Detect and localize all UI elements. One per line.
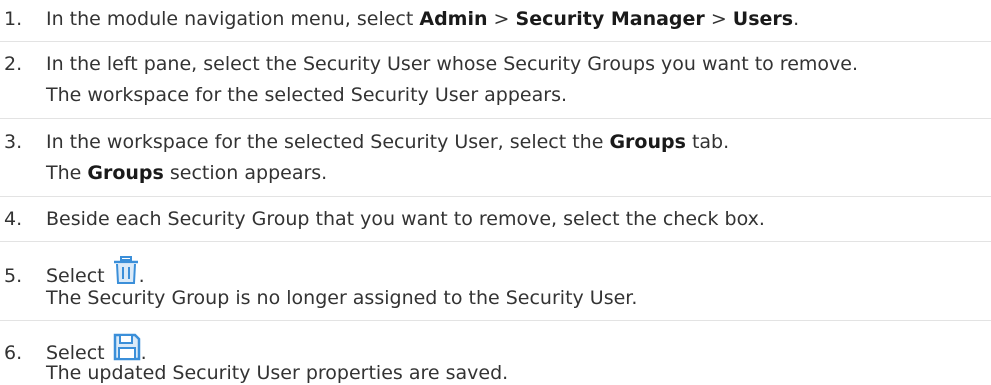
step-text: In the module navigation menu, select [46, 8, 420, 30]
step-6-result: The updated Security User properties are… [0, 361, 508, 385]
step-result-text: The updated Security User properties are… [46, 362, 509, 384]
step-text: . [793, 8, 800, 30]
step-divider [0, 118, 991, 119]
separator-text: > [487, 8, 516, 30]
step-result-text: The workspace for the selected Security … [46, 84, 568, 106]
step-2: 2. In the left pane, select the Security … [0, 52, 858, 76]
step-number: 2. [4, 53, 23, 75]
step-text: In the workspace for the selected Securi… [46, 131, 610, 153]
step-divider [0, 241, 991, 242]
step-text: Beside each Security Group that you want… [46, 208, 765, 230]
step-number: 1. [4, 8, 23, 30]
step-result-text: The Security Group is no longer assigned… [46, 287, 638, 309]
step-4: 4. Beside each Security Group that you wa… [0, 207, 765, 231]
groups-tab-label: Groups [609, 131, 686, 153]
separator-text: > [704, 8, 733, 30]
step-result-text: The [46, 162, 88, 184]
procedure-steps: 1. In the module navigation menu, select … [0, 0, 991, 385]
step-text: In the left pane, select the Security Us… [46, 53, 858, 75]
menu-security-manager: Security Manager [515, 8, 705, 30]
step-divider [0, 196, 991, 197]
step-text: Select [46, 265, 111, 287]
step-number: 5. [4, 265, 23, 287]
step-1: 1. In the module navigation menu, select … [0, 7, 799, 31]
step-result-text: section appears. [163, 162, 328, 184]
step-number: 4. [4, 208, 23, 230]
step-5-result: The Security Group is no longer assigned… [0, 286, 637, 310]
step-text: tab. [685, 131, 730, 153]
step-3: 3. In the workspace for the selected Secu… [0, 130, 729, 154]
trash-icon [113, 256, 139, 290]
step-2-result: The workspace for the selected Security … [0, 83, 567, 107]
step-number: 3. [4, 131, 23, 153]
step-divider [0, 41, 991, 42]
step-divider [0, 320, 991, 321]
menu-admin: Admin [419, 8, 488, 30]
step-6: 6. Select . [0, 333, 147, 364]
step-5: 5. Select . [0, 256, 145, 287]
step-3-result: The Groups section appears. [0, 161, 327, 185]
menu-users: Users [732, 8, 794, 30]
groups-section-label: Groups [87, 162, 164, 184]
step-text: . [138, 265, 145, 287]
